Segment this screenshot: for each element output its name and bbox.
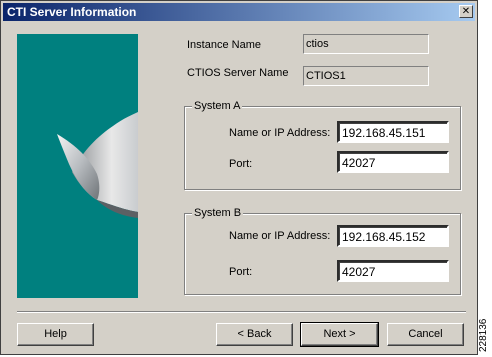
system-a-address-input[interactable]: 192.168.45.151	[337, 121, 449, 143]
next-button[interactable]: Next >	[300, 322, 379, 347]
system-b-title: System B	[192, 207, 244, 219]
back-button[interactable]: < Back	[216, 323, 293, 346]
help-button[interactable]: Help	[17, 323, 94, 346]
system-b-address-label: Name or IP Address:	[229, 230, 331, 242]
ctios-server-name-field: CTIOS1	[303, 66, 429, 86]
figure-code: 228136	[478, 300, 492, 352]
system-a-port-label: Port:	[229, 158, 253, 170]
figure-code-text: 228136	[478, 318, 489, 352]
instance-name-label: Instance Name	[187, 39, 261, 51]
wizard-banner-image	[17, 34, 138, 298]
system-a-group: System A Name or IP Address: 192.168.45.…	[184, 100, 461, 190]
cti-server-information-dialog: CTI Server Information ✕ Instance Name c…	[0, 0, 478, 355]
window-title: CTI Server Information	[7, 5, 137, 19]
title-bar: CTI Server Information ✕	[3, 3, 475, 21]
close-icon: ✕	[461, 6, 471, 17]
system-b-address-input[interactable]: 192.168.45.152	[337, 225, 449, 247]
ctios-server-name-label: CTIOS Server Name	[187, 67, 289, 79]
system-a-title: System A	[192, 100, 243, 112]
system-b-port-label: Port:	[229, 266, 253, 278]
button-separator	[17, 311, 466, 313]
page-curl-graphic	[57, 112, 138, 218]
system-b-port-input[interactable]: 42027	[337, 260, 449, 282]
close-button[interactable]: ✕	[459, 5, 473, 18]
system-b-group: System B Name or IP Address: 192.168.45.…	[184, 207, 461, 295]
cancel-button[interactable]: Cancel	[387, 323, 464, 346]
system-a-port-input[interactable]: 42027	[337, 151, 449, 173]
system-a-address-label: Name or IP Address:	[229, 127, 331, 139]
instance-name-field: ctios	[303, 34, 429, 54]
